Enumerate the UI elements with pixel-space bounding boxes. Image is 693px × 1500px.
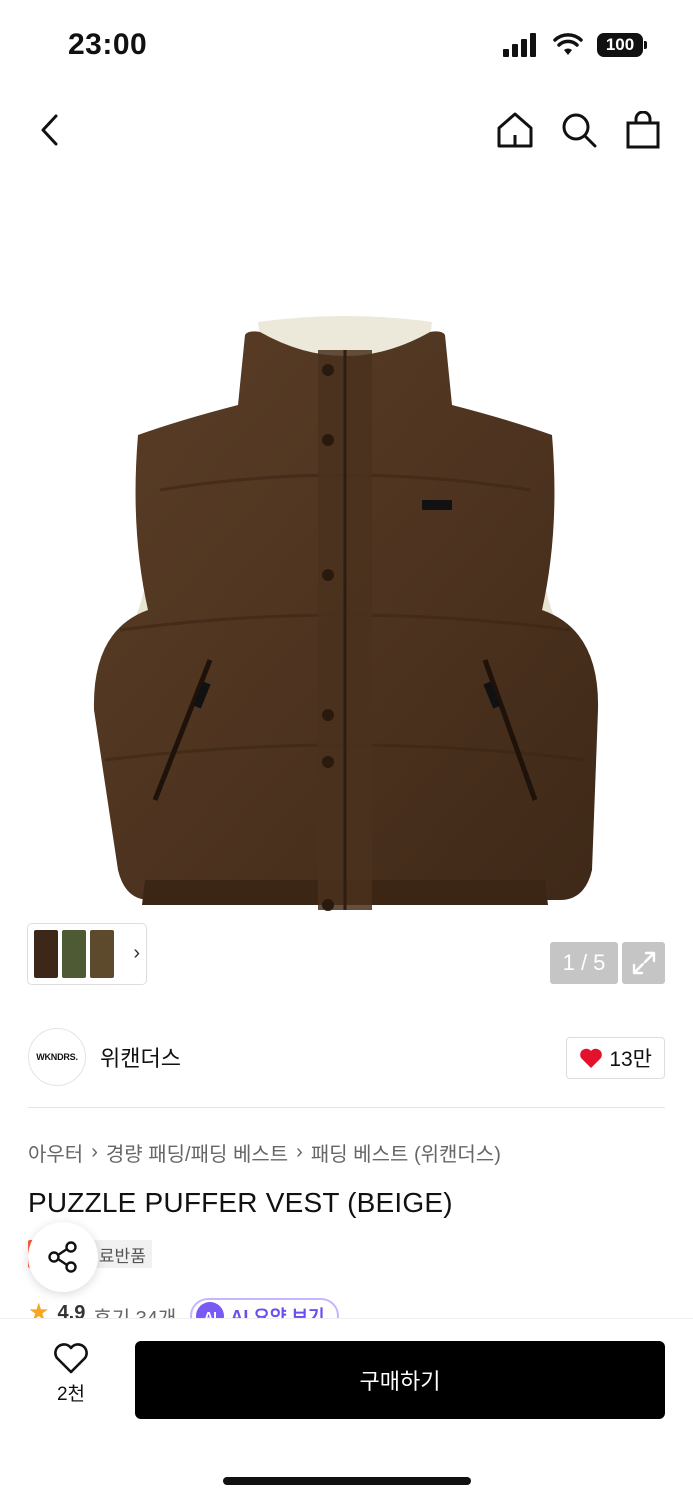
- ai-summary-button[interactable]: AI AI 요약 보기: [190, 1298, 339, 1320]
- thumbnail-khaki[interactable]: [62, 930, 86, 978]
- status-icons: 100: [503, 33, 647, 57]
- battery-indicator: 100: [597, 33, 647, 57]
- shopping-bag-icon: [626, 111, 660, 149]
- status-bar: 23:00 100: [0, 0, 693, 92]
- nav-actions: [495, 108, 663, 152]
- home-icon: [497, 112, 533, 148]
- breadcrumb-item[interactable]: 경량 패딩/패딩 베스트: [106, 1138, 288, 1167]
- product-title: PUZZLE PUFFER VEST (BEIGE): [28, 1187, 453, 1218]
- thumbnail-olive[interactable]: [90, 930, 114, 978]
- brand-like-count: 13만: [609, 1048, 652, 1071]
- rating-row: ★ 4.9 후기 34개 AI AI 요약 보기: [28, 1298, 665, 1320]
- status-time: 23:00: [68, 28, 148, 61]
- wifi-icon: [553, 33, 583, 55]
- brand-like-button[interactable]: 13만: [566, 1037, 665, 1079]
- heart-outline-icon: [54, 1343, 88, 1374]
- color-thumbnails[interactable]: ›: [28, 924, 146, 984]
- cart-button[interactable]: [623, 108, 663, 152]
- back-arrow-icon: [41, 114, 58, 146]
- search-button[interactable]: [559, 108, 599, 152]
- share-icon: [48, 1241, 77, 1273]
- heart-icon: [580, 1048, 603, 1068]
- back-button[interactable]: [30, 108, 70, 152]
- breadcrumb-item[interactable]: 패딩 베스트 (위캔더스): [311, 1138, 501, 1167]
- divider: [28, 1107, 665, 1108]
- search-icon: [562, 113, 597, 148]
- top-navigation: [0, 92, 693, 168]
- battery-level: 100: [597, 33, 643, 57]
- chevron-right-icon: ›: [296, 1141, 303, 1163]
- expand-icon: [632, 951, 655, 975]
- wishlist-button[interactable]: 2천: [40, 1343, 102, 1413]
- home-button[interactable]: [495, 108, 535, 152]
- home-indicator: [223, 1477, 471, 1485]
- bottom-action-bar: 2천 구매하기: [0, 1318, 693, 1500]
- cellular-signal-icon: [503, 33, 536, 57]
- buy-button[interactable]: 구매하기: [135, 1341, 665, 1419]
- chevron-right-icon[interactable]: ›: [133, 942, 140, 965]
- thumbnail-brown[interactable]: [34, 930, 58, 978]
- breadcrumb: 아우터 › 경량 패딩/패딩 베스트 › 패딩 베스트 (위캔더스): [28, 1138, 501, 1167]
- wishlist-count: 2천: [56, 1384, 86, 1405]
- product-image[interactable]: [90, 310, 600, 920]
- breadcrumb-item[interactable]: 아우터: [28, 1138, 83, 1167]
- brand-name[interactable]: 위캔더스: [100, 1041, 181, 1073]
- expand-button[interactable]: [622, 942, 665, 984]
- brand-row: WKNDRS. 위캔더스 13만: [28, 1028, 665, 1086]
- page-counter: 1 / 5: [550, 942, 618, 984]
- brand-logo[interactable]: WKNDRS.: [28, 1028, 86, 1086]
- chevron-right-icon: ›: [91, 1141, 98, 1163]
- share-button[interactable]: [28, 1222, 98, 1292]
